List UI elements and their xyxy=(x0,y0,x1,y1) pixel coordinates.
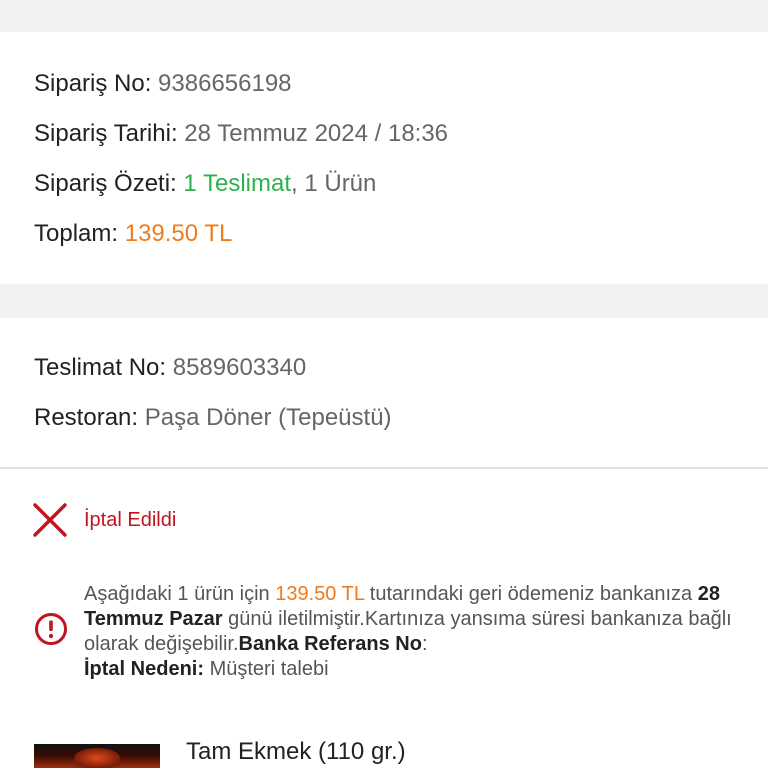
restaurant-row: Restoran: Paşa Döner (Tepeüstü) xyxy=(34,404,392,432)
refund-text-part2: tutarındaki geri ödemeniz bankanıza xyxy=(364,583,698,605)
delivery-card: Teslimat No: 8589603340 Restoran: Paşa D… xyxy=(0,318,768,768)
info-circle-icon xyxy=(35,613,67,645)
cancel-reason-value: Müşteri talebi xyxy=(204,658,329,680)
order-total-row: Toplam: 139.50 TL xyxy=(34,220,232,248)
order-summary-delivery-count: 1 Teslimat xyxy=(183,170,291,197)
order-summary-label: Sipariş Özeti: xyxy=(34,170,177,197)
order-number-row: Sipariş No: 9386656198 xyxy=(34,70,292,98)
order-summary-row: Sipariş Özeti: 1 Teslimat, 1 Ürün xyxy=(34,170,376,198)
delivery-number-label: Teslimat No: xyxy=(34,354,167,381)
order-number-label: Sipariş No: xyxy=(34,70,152,97)
cancel-status: İptal Edildi xyxy=(32,502,176,538)
product-name[interactable]: Tam Ekmek (110 gr.) xyxy=(186,738,406,766)
order-summary-separator: , xyxy=(291,170,298,197)
cancel-reason-label: İptal Nedeni: xyxy=(84,658,205,680)
restaurant-label: Restoran: xyxy=(34,404,139,431)
restaurant-name: Paşa Döner (Tepeüstü) xyxy=(144,404,392,431)
order-summary-card: Sipariş No: 9386656198 Sipariş Tarihi: 2… xyxy=(0,32,768,284)
order-date-value: 28 Temmuz 2024 / 18:36 xyxy=(184,120,449,147)
refund-text-part1: Aşağıdaki 1 ürün için xyxy=(84,583,276,605)
refund-amount: 139.50 TL xyxy=(275,583,365,605)
close-x-icon xyxy=(33,503,67,537)
section-gap-band xyxy=(0,284,768,318)
delivery-number-row: Teslimat No: 8589603340 xyxy=(34,354,306,382)
order-total-value: 139.50 TL xyxy=(124,220,233,247)
cancel-status-text: İptal Edildi xyxy=(84,508,177,531)
product-image[interactable] xyxy=(34,744,160,768)
delivery-divider xyxy=(0,467,768,469)
order-number-value: 9386656198 xyxy=(158,70,292,97)
delivery-number-value: 8589603340 xyxy=(172,354,307,381)
bank-reference-separator: : xyxy=(421,633,428,655)
order-summary-item-count: 1 Ürün xyxy=(304,170,377,197)
top-gray-band xyxy=(0,0,768,32)
refund-info-text: Aşağıdaki 1 ürün için 139.50 TL tutarınd… xyxy=(84,582,744,682)
order-total-label: Toplam: xyxy=(34,220,119,247)
bank-reference-label: Banka Referans No xyxy=(238,633,422,655)
order-date-row: Sipariş Tarihi: 28 Temmuz 2024 / 18:36 xyxy=(34,120,448,148)
order-date-label: Sipariş Tarihi: xyxy=(34,120,178,147)
